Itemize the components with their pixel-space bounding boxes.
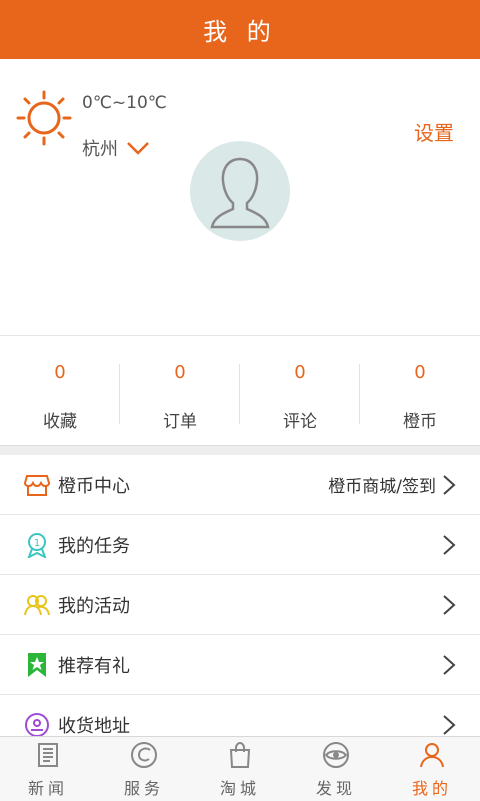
city-label: 杭州 [82, 139, 118, 160]
avatar[interactable] [190, 141, 290, 241]
medal-icon: 1 [24, 532, 50, 558]
chevron-right-icon [443, 594, 456, 615]
stat-label: 订单 [163, 412, 197, 432]
stat-comments[interactable]: 0 评论 [240, 336, 360, 446]
title-bar: 我 的 [0, 0, 480, 59]
chevron-right-icon [443, 534, 456, 555]
stat-value: 0 [294, 362, 306, 383]
menu-item-extra: 橙币商城/签到 [328, 477, 436, 497]
service-icon [131, 742, 157, 768]
stat-value: 0 [174, 362, 186, 383]
menu-item-label: 我的任务 [58, 535, 130, 557]
tab-profile[interactable]: 我的 [384, 737, 480, 801]
stats-bar: 0 收藏 0 订单 0 评论 0 橙币 [0, 335, 480, 446]
tab-shop[interactable]: 淘城 [192, 737, 288, 801]
discover-eye-icon [323, 742, 349, 768]
bookmark-star-icon [24, 652, 50, 678]
stat-label: 评论 [283, 412, 317, 432]
temperature-range: 0℃~10℃ [82, 93, 167, 113]
stat-value: 0 [414, 362, 426, 383]
menu-item-my-tasks[interactable]: 1 我的任务 [0, 515, 480, 575]
user-silhouette-icon [210, 157, 270, 229]
tab-label: 新闻 [27, 779, 68, 798]
stat-favorites[interactable]: 0 收藏 [0, 336, 120, 446]
menu-item-coin-center[interactable]: 橙币中心 橙币商城/签到 [0, 455, 480, 515]
bottom-tab-bar: 新闻 服务 淘城 发现 我的 [0, 736, 480, 801]
stat-orders[interactable]: 0 订单 [120, 336, 240, 446]
chevron-down-icon [127, 142, 149, 155]
profile-header: 0℃~10℃ 杭州 设置 [0, 59, 480, 335]
menu-item-label: 收货地址 [58, 715, 130, 737]
chevron-right-icon [443, 654, 456, 675]
tab-label: 淘城 [219, 779, 260, 798]
stat-value: 0 [54, 362, 66, 383]
menu-item-my-activities[interactable]: 我的活动 [0, 575, 480, 635]
tab-label: 发现 [315, 779, 356, 798]
tab-label: 服务 [123, 779, 164, 798]
stat-label: 橙币 [403, 412, 437, 432]
menu-item-label: 我的活动 [58, 595, 130, 617]
tab-label: 我的 [411, 779, 452, 798]
newspaper-icon [38, 743, 58, 767]
settings-link[interactable]: 设置 [414, 117, 454, 146]
svg-text:1: 1 [34, 538, 40, 549]
shopping-bag-icon [229, 741, 251, 768]
stat-label: 收藏 [43, 412, 77, 432]
page-title: 我 的 [203, 18, 277, 46]
tab-service[interactable]: 服务 [96, 737, 192, 801]
shop-icon [24, 472, 50, 498]
menu-item-label: 推荐有礼 [58, 655, 130, 677]
tab-news[interactable]: 新闻 [0, 737, 96, 801]
location-icon [24, 712, 50, 738]
city-selector[interactable]: 杭州 [82, 135, 150, 161]
profile-icon [420, 743, 444, 768]
chevron-right-icon [443, 474, 456, 495]
sun-icon [16, 90, 72, 146]
tab-discover[interactable]: 发现 [288, 737, 384, 801]
menu-item-referral[interactable]: 推荐有礼 [0, 635, 480, 695]
chevron-right-icon [443, 714, 456, 735]
menu-list: 橙币中心 橙币商城/签到 1 我的任务 我的活动 推荐有礼 收货地址 [0, 455, 480, 755]
stat-coins[interactable]: 0 橙币 [360, 336, 480, 446]
menu-item-label: 橙币中心 [58, 475, 130, 497]
group-icon [24, 592, 50, 618]
